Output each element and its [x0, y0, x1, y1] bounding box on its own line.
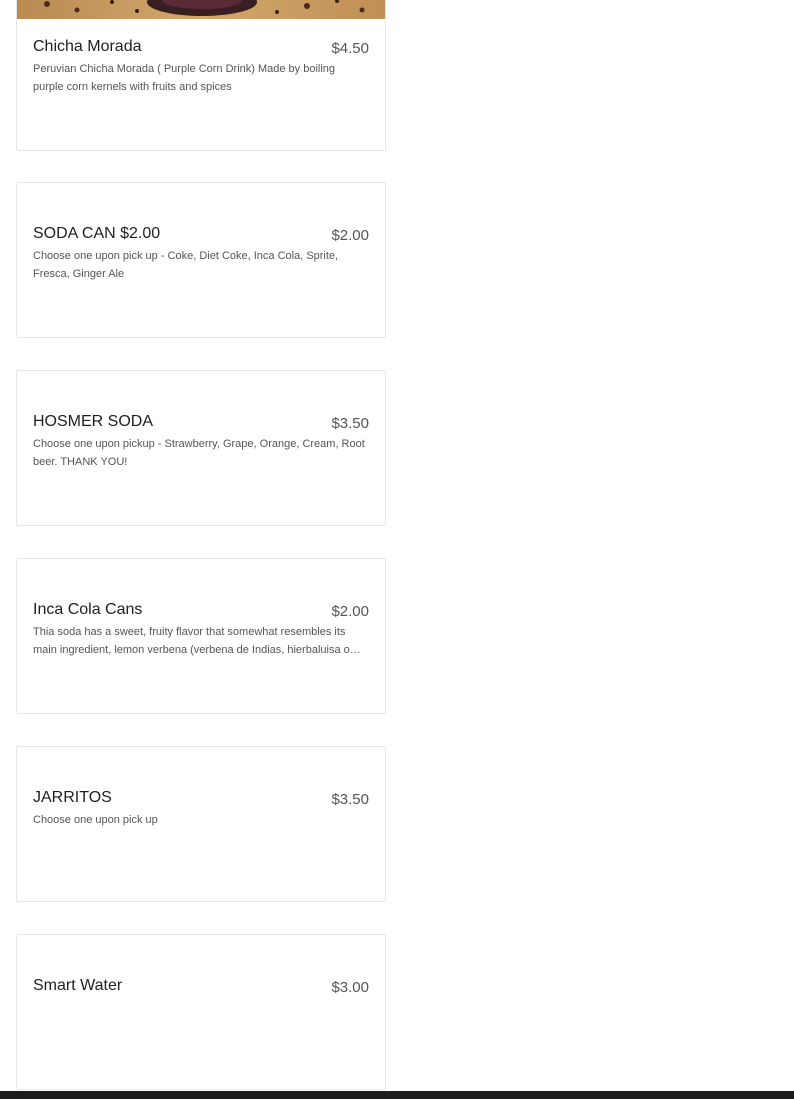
item-price: $2.00 [331, 227, 369, 244]
menu-item-card[interactable]: Smart Water $3.00 [16, 934, 386, 1090]
item-price: $3.50 [331, 415, 369, 432]
item-description: Peruvian Chicha Morada ( Purple Corn Dri… [33, 63, 336, 93]
menu-item-card[interactable]: SODA CAN $2.00 $2.00 Choose one upon pic… [16, 182, 386, 338]
menu-item-card[interactable]: JARRITOS $3.50 Choose one upon pick up [16, 746, 386, 902]
menu-item-card[interactable]: HOSMER SODA $3.50 Choose one upon pickup… [16, 370, 386, 526]
item-price: $3.50 [331, 791, 369, 808]
menu-item-card[interactable]: Inca Cola Cans $2.00 Thia soda has a swe… [16, 558, 386, 714]
menu-item-card[interactable]: Chicha Morada $4.50 Peruvian Chicha Mora… [16, 0, 386, 151]
item-photo [17, 0, 385, 19]
item-description: Choose one upon pick up - Coke, Diet Cok… [33, 250, 339, 280]
item-name: SODA CAN $2.00 [33, 225, 161, 242]
item-description: Thia soda has a sweet, fruity flavor tha… [33, 626, 350, 656]
menu-page: Chicha Morada $4.50 Peruvian Chicha Mora… [0, 0, 794, 1099]
item-price: $3.00 [331, 979, 369, 996]
item-name: HOSMER SODA [33, 413, 154, 430]
item-price: $4.50 [331, 40, 369, 57]
item-price: $2.00 [331, 603, 369, 620]
item-name: Inca Cola Cans [33, 601, 143, 618]
item-description: Choose one upon pickup - Strawberry, Gra… [33, 438, 365, 468]
item-name: JARRITOS [33, 789, 112, 806]
item-description: Choose one upon pick up [33, 814, 158, 826]
item-name: Chicha Morada [33, 38, 142, 55]
bottom-bar [0, 1091, 794, 1099]
item-name: Smart Water [33, 977, 123, 994]
